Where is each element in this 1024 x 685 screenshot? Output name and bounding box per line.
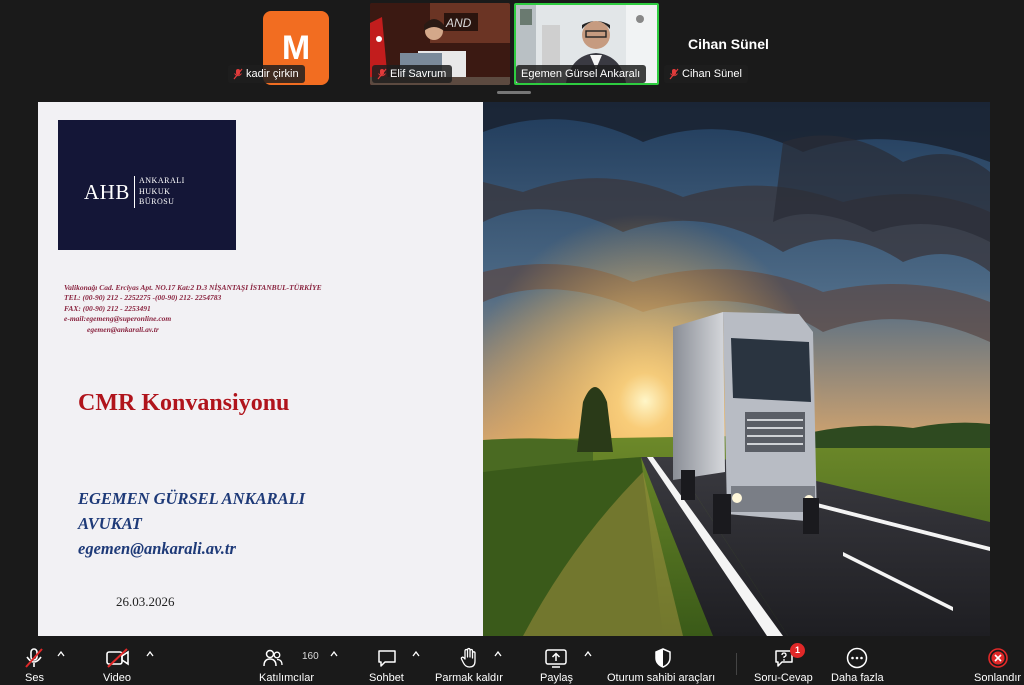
participant-name-label: kadir çirkin (228, 65, 305, 83)
chat-icon (378, 650, 396, 667)
author-name: EGEMEN GÜRSEL ANKARALI (78, 489, 306, 508)
toolbar-separator (736, 653, 737, 675)
author-block: EGEMEN GÜRSEL ANKARALI AVUKAT egemen@ank… (78, 486, 305, 561)
participant-count: 160 (302, 651, 319, 662)
author-email: egemen@ankarali.av.tr (78, 539, 236, 558)
mic-muted-icon (377, 68, 387, 80)
email-line: egemen@ankarali.av.tr (87, 324, 159, 334)
featured-participant-name[interactable]: Cihan Sünel (688, 36, 769, 52)
shared-presentation-slide: AHB ANKARALI HUKUK BÜROSU Valikonağı Cad… (38, 102, 990, 636)
more-button[interactable]: Daha fazla (828, 637, 886, 685)
email-line: e-mail:egemeng@superonline.com (64, 314, 172, 324)
chat-button[interactable]: Sohbet (366, 637, 408, 685)
svg-text:AND: AND (445, 16, 472, 30)
logo-text: AHB (84, 180, 130, 204)
qa-notification-badge: 1 (790, 643, 805, 658)
author-role: AVUKAT (78, 514, 142, 533)
raise-hand-icon (460, 647, 476, 668)
raise-hand-options-chevron-icon[interactable] (494, 651, 502, 657)
raise-hand-button[interactable]: Parmak kaldır (432, 637, 506, 685)
more-options-icon (846, 647, 868, 669)
share-options-chevron-icon[interactable] (584, 651, 592, 657)
participants-button[interactable]: 160 Katılımcılar (258, 637, 319, 685)
phone-line: TEL: (00-90) 212 - 2252275 -(00-90) 212-… (64, 293, 222, 303)
participants-options-chevron-icon[interactable] (330, 651, 338, 657)
meeting-window: M kadir çirkin AND Elif Savrum Egemen Gü… (0, 0, 1024, 685)
truck-sunset-photo (483, 102, 990, 636)
participant-name-label: Cihan Sünel (664, 65, 748, 83)
chat-options-chevron-icon[interactable] (412, 651, 420, 657)
shield-icon (655, 648, 671, 668)
audio-options-chevron-icon[interactable] (57, 651, 65, 657)
share-screen-icon (545, 649, 567, 668)
mic-muted-icon (669, 68, 679, 80)
mic-muted-icon (25, 648, 43, 668)
firm-logo: AHB ANKARALI HUKUK BÜROSU (58, 120, 236, 250)
video-options-chevron-icon[interactable] (146, 651, 154, 657)
end-meeting-button[interactable]: Sonlandır (972, 637, 1024, 685)
meeting-toolbar: Ses Video 160 Katılımcılar Sohbet Parmak… (0, 637, 1024, 685)
video-button[interactable]: Video (98, 637, 138, 685)
slide-title: CMR Konvansiyonu (78, 390, 290, 416)
qa-button[interactable]: 1 Soru-Cevap (752, 637, 816, 685)
participants-icon (263, 649, 283, 667)
slide-date: 26.03.2026 (116, 594, 175, 609)
firm-address-block: Valikonağı Cad. Erciyas Apt. NO.17 Kat:2… (64, 283, 322, 335)
participant-strip: M kadir çirkin AND Elif Savrum Egemen Gü… (0, 0, 1024, 94)
audio-button[interactable]: Ses (14, 637, 54, 685)
mic-muted-icon (233, 68, 243, 80)
logo-divider (134, 176, 135, 208)
participant-name-label: Elif Savrum (372, 65, 453, 83)
participant-name-label: Egemen Gürsel Ankaralı (516, 65, 647, 83)
logo-subtitle: ANKARALI HUKUK BÜROSU (139, 176, 185, 206)
avatar-initial: M (281, 28, 311, 67)
share-button[interactable]: Paylaş (536, 637, 576, 685)
end-call-icon (988, 648, 1008, 668)
strip-resize-handle[interactable] (497, 91, 531, 94)
address-line: Valikonağı Cad. Erciyas Apt. NO.17 Kat:2… (64, 283, 322, 292)
host-tools-button[interactable]: Oturum sahibi araçları (606, 637, 720, 685)
video-off-icon (106, 648, 129, 668)
fax-line: FAX: (00-90) 212 - 2253491 (64, 303, 151, 313)
